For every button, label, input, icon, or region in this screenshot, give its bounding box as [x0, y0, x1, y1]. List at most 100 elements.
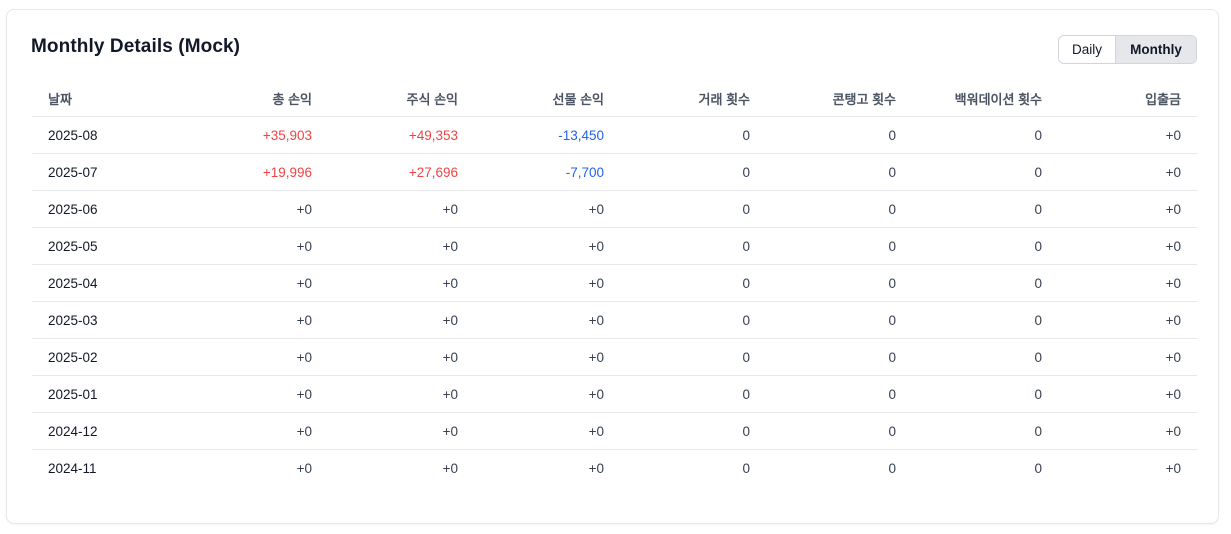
cell-contango-count: 0 — [766, 190, 912, 228]
cell-trade-count: 0 — [620, 153, 766, 191]
cell-contango-count: 0 — [888, 460, 896, 476]
cell-stock-pnl: +0 — [328, 264, 474, 302]
cell-futures-pnl: +0 — [474, 338, 620, 376]
cell-stock-pnl: +0 — [442, 460, 458, 476]
cell-trade-count: 0 — [620, 190, 766, 228]
cell-trade-count: 0 — [620, 227, 766, 265]
table-row: 2025-05 +0 +0 +0 0 0 0 +0 — [32, 227, 1197, 265]
cell-stock-pnl: +49,353 — [328, 116, 474, 154]
cell-backwardation-count: 0 — [912, 153, 1058, 191]
cell-futures-pnl: +0 — [588, 460, 604, 476]
column-header-backwardation-count: 백워데이션 횟수 — [912, 80, 1058, 117]
cell-contango-count: 0 — [766, 227, 912, 265]
cell-deposits-withdrawals: +0 — [1165, 460, 1181, 476]
cell-contango-count: 0 — [766, 338, 912, 376]
table-row: 2025-03 +0 +0 +0 0 0 0 +0 — [32, 301, 1197, 339]
cell-contango-count: 0 — [766, 116, 912, 154]
table-row: 2025-01 +0 +0 +0 0 0 0 +0 — [32, 375, 1197, 413]
cell-backwardation-count: 0 — [912, 412, 1058, 450]
column-header-futures-pnl: 선물 손익 — [474, 80, 620, 117]
cell-date: 2025-03 — [32, 301, 182, 339]
cell-deposits-withdrawals: +0 — [1058, 190, 1197, 228]
cell-total-pnl: +35,903 — [182, 116, 328, 154]
cell-contango-count: 0 — [766, 264, 912, 302]
cell-deposits-withdrawals: +0 — [1058, 375, 1197, 413]
cell-total-pnl: +0 — [296, 460, 312, 476]
cell-total-pnl: +0 — [182, 190, 328, 228]
cell-stock-pnl: +0 — [328, 301, 474, 339]
cell-contango-count: 0 — [766, 375, 912, 413]
cell-deposits-withdrawals: +0 — [1058, 227, 1197, 265]
column-header-contango-count: 콘탱고 횟수 — [766, 80, 912, 117]
cell-stock-pnl: +0 — [328, 412, 474, 450]
cell-backwardation-count: 0 — [912, 190, 1058, 228]
monthly-details-table: 날짜 총 손익 주식 손익 선물 손익 거래 횟수 콘탱고 횟수 백워데이션 횟… — [32, 80, 1197, 486]
cell-total-pnl: +0 — [182, 301, 328, 339]
cell-date: 2025-07 — [32, 153, 182, 191]
cell-trade-count: 0 — [742, 460, 750, 476]
table-row: 2025-06 +0 +0 +0 0 0 0 +0 — [32, 190, 1197, 228]
cell-trade-count: 0 — [620, 264, 766, 302]
cell-contango-count: 0 — [766, 301, 912, 339]
cell-backwardation-count: 0 — [912, 338, 1058, 376]
cell-futures-pnl: -7,700 — [474, 153, 620, 191]
cell-date: 2025-06 — [32, 190, 182, 228]
cell-stock-pnl: +0 — [328, 190, 474, 228]
cell-date: 2024-11 — [48, 460, 97, 476]
cell-backwardation-count: 0 — [912, 116, 1058, 154]
cell-deposits-withdrawals: +0 — [1058, 338, 1197, 376]
card-title: Monthly Details (Mock) — [31, 36, 241, 57]
cell-stock-pnl: +0 — [328, 375, 474, 413]
cell-futures-pnl: +0 — [474, 227, 620, 265]
cell-trade-count: 0 — [620, 412, 766, 450]
cell-date: 2025-02 — [32, 338, 182, 376]
cell-total-pnl: +0 — [182, 375, 328, 413]
cell-total-pnl: +0 — [182, 227, 328, 265]
cell-backwardation-count: 0 — [912, 301, 1058, 339]
table-row: 2025-02 +0 +0 +0 0 0 0 +0 — [32, 338, 1197, 376]
cell-futures-pnl: +0 — [474, 301, 620, 339]
column-header-date: 날짜 — [32, 80, 182, 117]
cell-date: 2025-01 — [32, 375, 182, 413]
toggle-daily-button[interactable]: Daily — [1059, 36, 1116, 63]
cell-stock-pnl: +0 — [328, 227, 474, 265]
cell-backwardation-count: 0 — [1034, 460, 1042, 476]
cell-backwardation-count: 0 — [912, 264, 1058, 302]
cell-futures-pnl: +0 — [474, 412, 620, 450]
cell-trade-count: 0 — [620, 375, 766, 413]
cell-futures-pnl: +0 — [474, 375, 620, 413]
cell-total-pnl: +0 — [182, 338, 328, 376]
cell-trade-count: 0 — [620, 116, 766, 154]
monthly-details-card: Monthly Details (Mock) Daily Monthly 날짜 … — [6, 9, 1219, 524]
cell-total-pnl: +19,996 — [182, 153, 328, 191]
cell-backwardation-count: 0 — [912, 375, 1058, 413]
cell-deposits-withdrawals: +0 — [1058, 412, 1197, 450]
table-row: 2024-12 +0 +0 +0 0 0 0 +0 — [32, 412, 1197, 450]
column-header-deposits-withdrawals: 입출금 — [1058, 80, 1197, 117]
column-header-trade-count: 거래 횟수 — [620, 80, 766, 117]
cell-date: 2025-05 — [32, 227, 182, 265]
cell-futures-pnl: -13,450 — [474, 116, 620, 154]
cell-deposits-withdrawals: +0 — [1058, 264, 1197, 302]
cell-backwardation-count: 0 — [912, 227, 1058, 265]
cell-date: 2024-12 — [32, 412, 182, 450]
cell-contango-count: 0 — [766, 153, 912, 191]
cell-futures-pnl: +0 — [474, 190, 620, 228]
column-header-total-pnl: 총 손익 — [182, 80, 328, 117]
toggle-monthly-button[interactable]: Monthly — [1116, 36, 1196, 63]
cell-date: 2025-08 — [32, 116, 182, 154]
table-header-row: 날짜 총 손익 주식 손익 선물 손익 거래 횟수 콘탱고 횟수 백워데이션 횟… — [32, 80, 1197, 117]
period-toggle: Daily Monthly — [1058, 35, 1197, 64]
cell-deposits-withdrawals: +0 — [1058, 153, 1197, 191]
cell-deposits-withdrawals: +0 — [1058, 301, 1197, 339]
cell-stock-pnl: +27,696 — [328, 153, 474, 191]
table-row: 2025-04 +0 +0 +0 0 0 0 +0 — [32, 264, 1197, 302]
cell-futures-pnl: +0 — [474, 264, 620, 302]
table-row: 2024-11 +0 +0 +0 0 0 0 +0 — [32, 450, 1197, 487]
cell-total-pnl: +0 — [182, 264, 328, 302]
cell-stock-pnl: +0 — [328, 338, 474, 376]
column-header-stock-pnl: 주식 손익 — [328, 80, 474, 117]
cell-trade-count: 0 — [620, 338, 766, 376]
table-row: 2025-07 +19,996 +27,696 -7,700 0 0 0 +0 — [32, 153, 1197, 191]
table-row: 2025-08 +35,903 +49,353 -13,450 0 0 0 +0 — [32, 116, 1197, 154]
